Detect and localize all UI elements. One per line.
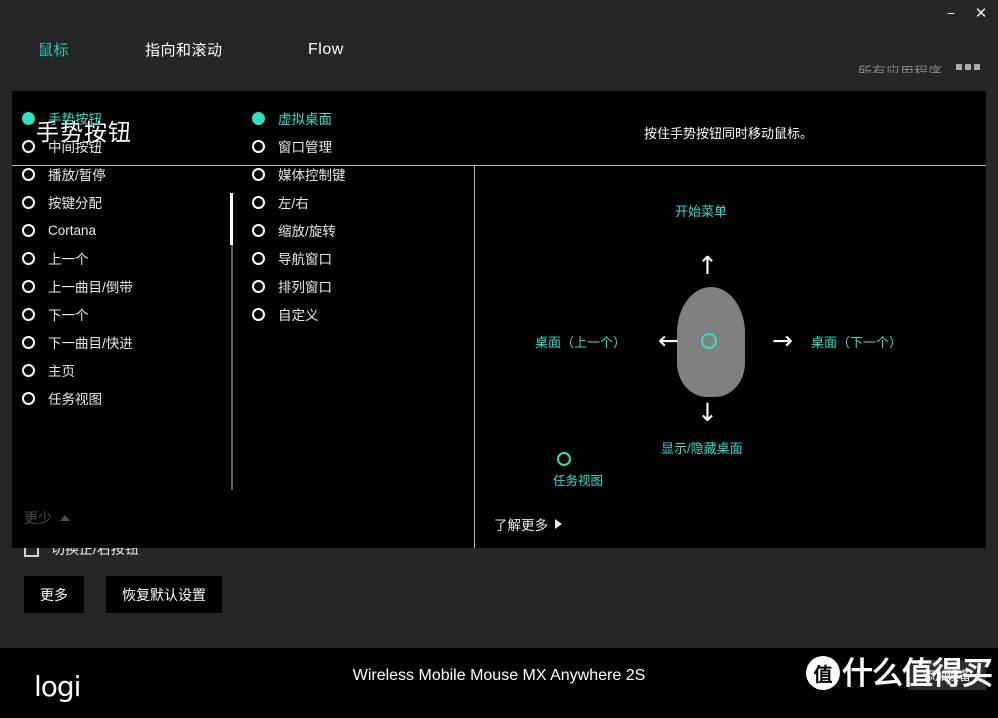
- list-item[interactable]: 播放/暂停: [22, 160, 222, 188]
- gesture-left-label: 桌面（上一个）: [535, 335, 627, 350]
- list-item-label: 上一个: [48, 252, 89, 267]
- list-item[interactable]: 任务视图: [22, 384, 222, 412]
- radio-icon[interactable]: [252, 223, 265, 237]
- radio-icon[interactable]: [22, 307, 35, 321]
- arrow-up-icon: ↑: [697, 251, 718, 280]
- footer-bar: logi Wireless Mobile Mouse MX Anywhere 2…: [0, 648, 998, 718]
- list-item[interactable]: Cortana: [22, 216, 222, 244]
- list-item-label: 任务视图: [48, 392, 102, 407]
- restore-defaults-button[interactable]: 恢复默认设置: [106, 576, 222, 613]
- radio-icon[interactable]: [252, 195, 265, 209]
- gesture-diagram: ↑ ↓ ← → 开始菜单 显示/隐藏桌面 桌面（上一个） 桌面（下一个） 任务视…: [475, 165, 986, 505]
- list-item-label: 上一曲目/倒带: [48, 280, 133, 295]
- add-device-button[interactable]: 添加设备: [908, 660, 986, 690]
- title-bar: − ✕: [0, 0, 998, 26]
- gesture-press-label: 任务视图: [553, 474, 604, 488]
- list-item-label: 缩放/旋转: [278, 224, 336, 239]
- list-item[interactable]: 缩放/旋转: [252, 216, 442, 244]
- list-item-label: 自定义: [278, 308, 319, 323]
- radio-icon[interactable]: [22, 167, 35, 181]
- list-item-label: 媒体控制键: [278, 168, 346, 183]
- radio-icon[interactable]: [252, 279, 265, 293]
- list-item[interactable]: 上一曲目/倒带: [22, 272, 222, 300]
- list-item-label: 按键分配: [48, 196, 102, 211]
- radio-icon[interactable]: [22, 223, 35, 237]
- primary-action-list: 手势按钮 中间按钮 播放/暂停 按键分配 Cortana 上一个 上一曲目/倒带: [22, 104, 222, 412]
- radio-icon[interactable]: [22, 111, 35, 125]
- learn-more-link[interactable]: 了解更多: [494, 514, 562, 534]
- gesture-button-indicator-icon: [701, 333, 717, 349]
- tab-mouse[interactable]: 鼠标: [38, 26, 69, 73]
- radio-icon[interactable]: [252, 307, 265, 321]
- list-item[interactable]: 下一曲目/快进: [22, 328, 222, 356]
- minimize-button[interactable]: −: [936, 0, 966, 26]
- radio-icon[interactable]: [22, 279, 35, 293]
- list-item-label: 主页: [48, 364, 75, 379]
- list-item-label: Cortana: [48, 222, 97, 238]
- radio-icon[interactable]: [22, 139, 35, 153]
- arrow-right-icon: →: [772, 326, 793, 355]
- chevron-right-icon: [555, 519, 562, 529]
- list-item-label: 导航窗口: [278, 252, 332, 267]
- gesture-down-label: 显示/隐藏桌面: [661, 441, 743, 456]
- list-item-label: 中间按钮: [48, 140, 102, 155]
- list-item[interactable]: 手势按钮: [22, 104, 222, 132]
- close-button[interactable]: ✕: [966, 0, 996, 26]
- list-item-label: 虚拟桌面: [278, 112, 332, 127]
- list-item-label: 窗口管理: [278, 140, 332, 155]
- radio-icon[interactable]: [22, 391, 35, 405]
- list-item[interactable]: 窗口管理: [252, 132, 442, 160]
- radio-icon[interactable]: [22, 251, 35, 265]
- list-item-label: 排列窗口: [278, 280, 332, 295]
- list-item-label: 手势按钮: [48, 112, 102, 127]
- radio-icon[interactable]: [252, 251, 265, 265]
- gesture-right-label: 桌面（下一个）: [811, 335, 903, 350]
- list-item[interactable]: 虚拟桌面: [252, 104, 442, 132]
- tab-point-and-scroll[interactable]: 指向和滚动: [145, 26, 223, 73]
- list-item[interactable]: 导航窗口: [252, 244, 442, 272]
- logitech-options-window: − ✕ 鼠标 指向和滚动 Flow 所有应用程序 切换正/右按钮 更多 恢复默认…: [0, 0, 998, 718]
- radio-icon[interactable]: [22, 363, 35, 377]
- list-item[interactable]: 主页: [22, 356, 222, 384]
- radio-icon[interactable]: [22, 335, 35, 349]
- tab-flow[interactable]: Flow: [308, 26, 344, 73]
- chevron-up-icon: [60, 515, 70, 521]
- show-less-label: 更少: [24, 510, 52, 526]
- list-item[interactable]: 排列窗口: [252, 272, 442, 300]
- gesture-up-label: 开始菜单: [675, 204, 728, 219]
- radio-icon[interactable]: [252, 139, 265, 153]
- list-scrollbar-thumb[interactable]: [230, 193, 233, 245]
- learn-more-label: 了解更多: [494, 518, 548, 533]
- press-ring-icon: [557, 452, 571, 466]
- list-item[interactable]: 媒体控制键: [252, 160, 442, 188]
- arrow-left-icon: ←: [658, 326, 679, 355]
- list-item-label: 左/右: [278, 196, 309, 211]
- secondary-action-list: 虚拟桌面 窗口管理 媒体控制键 左/右 缩放/旋转 导航窗口 排列窗口 自定义: [252, 104, 442, 328]
- tab-bar: 鼠标 指向和滚动 Flow 所有应用程序: [0, 26, 998, 100]
- list-item[interactable]: 自定义: [252, 300, 442, 328]
- action-button-row: 更多 恢复默认设置: [24, 576, 222, 613]
- arrow-down-icon: ↓: [697, 398, 718, 427]
- list-item-label: 播放/暂停: [48, 168, 106, 183]
- radio-icon[interactable]: [252, 167, 265, 181]
- panel-hint-text: 按住手势按钮同时移动鼠标。: [644, 126, 814, 141]
- gesture-press-legend: 任务视图: [553, 452, 603, 489]
- radio-icon[interactable]: [22, 195, 35, 209]
- list-item[interactable]: 左/右: [252, 188, 442, 216]
- list-item[interactable]: 中间按钮: [22, 132, 222, 160]
- radio-icon[interactable]: [252, 111, 265, 125]
- list-item[interactable]: 上一个: [22, 244, 222, 272]
- list-item-label: 下一曲目/快进: [48, 336, 133, 351]
- show-less-toggle[interactable]: 更少: [24, 508, 70, 528]
- list-item[interactable]: 下一个: [22, 300, 222, 328]
- list-item-label: 下一个: [48, 308, 89, 323]
- device-name-label: Wireless Mobile Mouse MX Anywhere 2S: [352, 667, 646, 684]
- more-button[interactable]: 更多: [24, 576, 84, 613]
- list-item[interactable]: 按键分配: [22, 188, 222, 216]
